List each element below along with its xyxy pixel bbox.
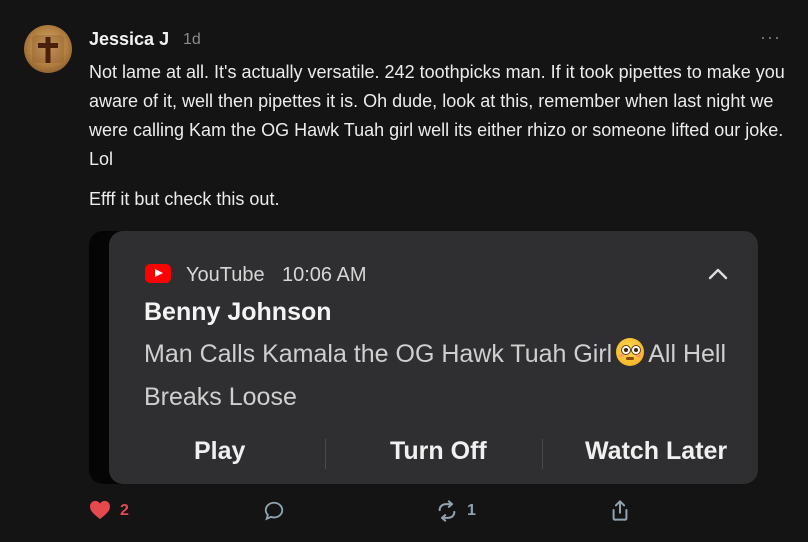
youtube-notification-image[interactable]: YouTube 10:06 AM Benny Johnson Man Calls… (109, 231, 758, 484)
notification-message: Man Calls Kamala the OG Hawk Tuah Girl Al… (144, 333, 734, 419)
youtube-icon (145, 264, 171, 283)
more-icon[interactable]: ··· (760, 27, 781, 48)
play-action: Play (194, 437, 246, 465)
divider (542, 439, 543, 469)
avatar[interactable] (24, 25, 72, 73)
like-count: 2 (120, 502, 129, 519)
notification-app-name: YouTube (186, 264, 265, 286)
heart-icon[interactable] (89, 500, 111, 520)
post-paragraph: Efff it but check this out. (89, 189, 280, 209)
cross-icon (32, 35, 64, 63)
notification-time: 10:06 AM (282, 264, 367, 286)
post-paragraph: Not lame at all. It's actually versatile… (89, 62, 785, 169)
flushed-face-icon (616, 338, 645, 366)
restack-count: 1 (467, 502, 476, 519)
chevron-up-icon (708, 268, 728, 280)
post-body: Not lame at all. It's actually versatile… (89, 58, 789, 214)
notification-message-text: Man Calls Kamala the OG Hawk Tuah Girl (144, 340, 613, 368)
share-icon[interactable] (609, 499, 631, 522)
turn-off-action: Turn Off (390, 437, 487, 465)
divider (325, 439, 326, 469)
notification-title: Benny Johnson (144, 298, 332, 326)
comment-icon[interactable] (263, 500, 285, 522)
post-age: 1d (183, 31, 201, 48)
author-name[interactable]: Jessica J (89, 29, 169, 50)
watch-later-action: Watch Later (585, 437, 728, 465)
restack-icon[interactable] (436, 500, 458, 522)
